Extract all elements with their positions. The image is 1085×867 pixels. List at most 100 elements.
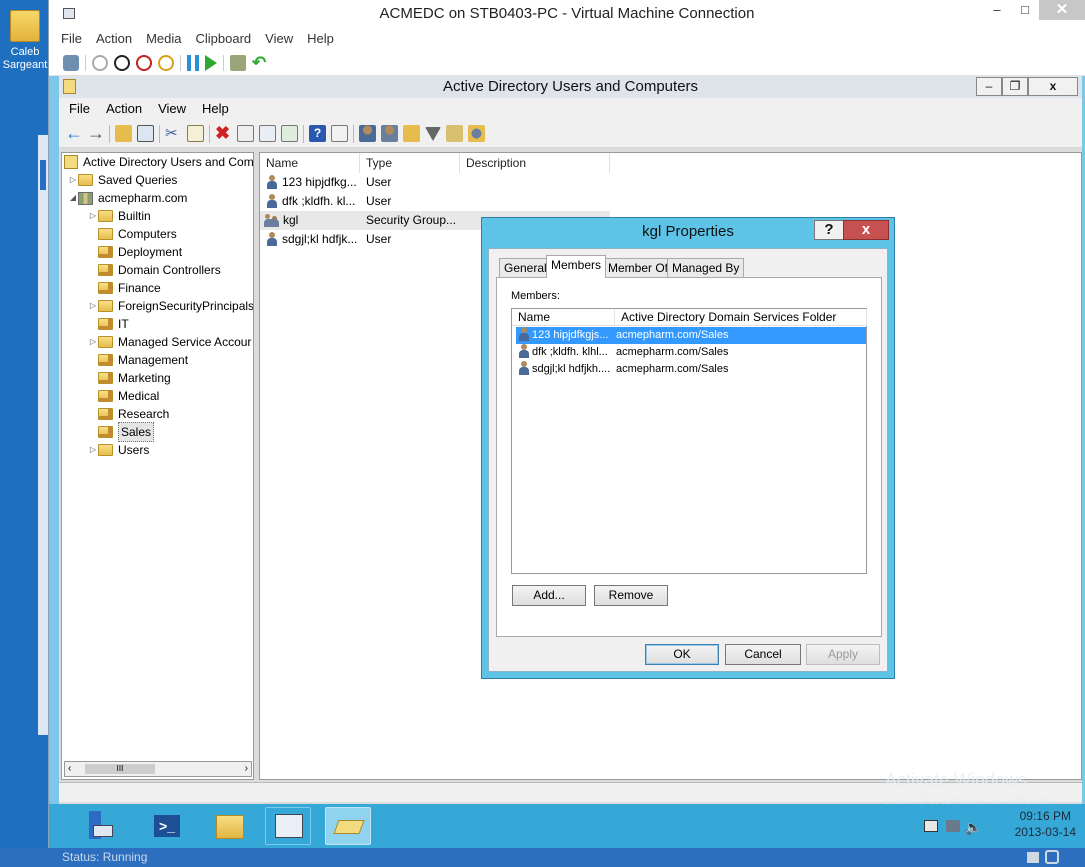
refresh-icon[interactable]: [259, 125, 276, 142]
minimize-button[interactable]: –: [983, 0, 1011, 20]
apply-button[interactable]: Apply: [806, 644, 880, 665]
network-icon[interactable]: [946, 820, 960, 832]
powershell-icon[interactable]: >_: [144, 807, 190, 845]
clock[interactable]: 09:16 PM 2013-03-14: [1015, 808, 1076, 840]
cancel-button[interactable]: Cancel: [725, 644, 801, 665]
vm-menu-help[interactable]: Help: [307, 28, 334, 50]
vm-menu-view[interactable]: View: [265, 28, 293, 50]
expand-arrow-icon[interactable]: ▷: [88, 441, 98, 459]
tree-item-builtin[interactable]: ▷ Builtin: [88, 207, 151, 225]
aduc-menu-help[interactable]: Help: [202, 98, 229, 120]
dialog-help-button[interactable]: ?: [814, 220, 844, 240]
pause-icon[interactable]: [187, 54, 199, 71]
tab-member-of[interactable]: Member Of: [603, 258, 674, 277]
tree-item-it[interactable]: IT: [98, 315, 129, 333]
list-item[interactable]: dfk ;kldfh. kl... User: [260, 192, 391, 211]
turn-off-icon[interactable]: [114, 54, 130, 71]
start-icon[interactable]: [92, 54, 108, 71]
aduc-taskbar-icon[interactable]: [325, 807, 371, 845]
expand-arrow-icon[interactable]: ▷: [88, 297, 98, 315]
tree-root[interactable]: Active Directory Users and Com: [64, 153, 253, 171]
tree-item-management[interactable]: Management: [98, 351, 188, 369]
show-console-icon[interactable]: [331, 125, 348, 142]
ok-button[interactable]: OK: [645, 644, 719, 665]
tree-item-marketing[interactable]: Marketing: [98, 369, 171, 387]
tab-general[interactable]: General: [499, 258, 552, 277]
tree-item-deployment[interactable]: Deployment: [98, 243, 182, 261]
list-item[interactable]: 123 hipjdfkg... User: [260, 173, 391, 192]
tree-horizontal-scrollbar[interactable]: ‹ III ›: [64, 761, 252, 777]
volume-muted-icon[interactable]: 🔈: [965, 819, 982, 836]
members-list[interactable]: Name Active Directory Domain Services Fo…: [511, 308, 867, 574]
add-button[interactable]: Add...: [512, 585, 586, 606]
maximize-button[interactable]: □: [1011, 0, 1039, 20]
list-item[interactable]: dfk ;kldfh. klhl... acmepharm.com/Sales: [516, 344, 866, 361]
tree-item-managed-service-accounts[interactable]: ▷ Managed Service Accour: [88, 333, 251, 351]
aduc-restore-button[interactable]: ❐: [1002, 77, 1028, 96]
control-panel-icon[interactable]: [265, 807, 311, 845]
vm-menu-file[interactable]: File: [61, 28, 82, 50]
vm-menu-media[interactable]: Media: [146, 28, 181, 50]
close-button[interactable]: ✕: [1039, 0, 1085, 20]
ctrl-alt-del-icon[interactable]: [63, 54, 79, 71]
vm-menu-clipboard[interactable]: Clipboard: [196, 28, 252, 50]
new-ou-icon[interactable]: [403, 125, 420, 142]
show-tree-icon[interactable]: [137, 125, 154, 142]
aduc-minimize-button[interactable]: –: [976, 77, 1002, 96]
scroll-thumb[interactable]: III: [85, 764, 155, 774]
dialog-close-button[interactable]: x: [843, 220, 889, 240]
paste-icon[interactable]: [187, 125, 204, 142]
aduc-menu-file[interactable]: File: [69, 98, 90, 120]
action-center-icon[interactable]: [924, 820, 938, 832]
tree-item-computers[interactable]: Computers: [98, 225, 177, 243]
shutdown-icon[interactable]: [136, 54, 152, 71]
aduc-menu-action[interactable]: Action: [106, 98, 142, 120]
tree-item-users[interactable]: ▷ Users: [88, 441, 149, 459]
expand-arrow-icon[interactable]: ▷: [68, 171, 78, 189]
tree-item-finance[interactable]: Finance: [98, 279, 161, 297]
scroll-right-icon[interactable]: ›: [245, 763, 248, 774]
tab-managed-by[interactable]: Managed By: [667, 258, 745, 277]
save-state-icon[interactable]: [158, 54, 174, 71]
up-folder-icon[interactable]: [115, 125, 132, 142]
properties-icon[interactable]: [237, 125, 254, 142]
resume-icon[interactable]: [205, 54, 217, 71]
list-item[interactable]: sdgjl;kl hdfjk... User: [260, 230, 391, 249]
back-icon[interactable]: ←: [65, 124, 83, 142]
add-to-group-icon[interactable]: [468, 125, 485, 142]
tree-item-saved-queries[interactable]: ▷ Saved Queries: [68, 171, 177, 189]
file-explorer-icon[interactable]: [207, 807, 253, 845]
new-user-icon[interactable]: [359, 125, 376, 142]
export-list-icon[interactable]: [281, 125, 298, 142]
vm-system-icon[interactable]: [63, 8, 75, 19]
list-item[interactable]: 123 hipjdfkgjs... acmepharm.com/Sales: [516, 327, 866, 344]
column-header-type[interactable]: Type: [360, 153, 460, 173]
cut-icon[interactable]: ✂: [165, 125, 182, 142]
column-header-description[interactable]: Description: [460, 153, 610, 173]
tab-members[interactable]: Members: [546, 255, 607, 278]
column-header-name[interactable]: Name: [260, 153, 360, 173]
tree-item-research[interactable]: Research: [98, 405, 169, 423]
filter-icon[interactable]: [425, 126, 441, 141]
server-manager-icon[interactable]: [79, 807, 125, 845]
desktop-icon-caleb[interactable]: Caleb Sargeant: [0, 0, 50, 90]
tree-item-sales[interactable]: Sales: [98, 422, 155, 442]
checkpoint-icon[interactable]: [230, 54, 246, 71]
tree-item-domain-controllers[interactable]: Domain Controllers: [98, 261, 221, 279]
tree-item-foreign-security-principals[interactable]: ▷ ForeignSecurityPrincipals: [88, 297, 253, 315]
aduc-app-icon[interactable]: [63, 79, 76, 94]
tree-item-medical[interactable]: Medical: [98, 387, 159, 405]
scroll-left-icon[interactable]: ‹: [68, 763, 71, 774]
new-group-icon[interactable]: [381, 125, 398, 142]
forward-icon[interactable]: →: [87, 124, 105, 142]
vm-menu-action[interactable]: Action: [96, 28, 132, 50]
delete-icon[interactable]: ✖: [215, 124, 232, 142]
help-icon[interactable]: ?: [309, 125, 326, 142]
expand-arrow-icon[interactable]: ▷: [88, 207, 98, 225]
members-column-name[interactable]: Name: [512, 309, 615, 326]
remove-button[interactable]: Remove: [594, 585, 668, 606]
tree-item-domain[interactable]: ◢ acmepharm.com: [68, 189, 187, 207]
members-column-folder[interactable]: Active Directory Domain Services Folder: [615, 309, 867, 326]
aduc-menu-view[interactable]: View: [158, 98, 186, 120]
revert-icon[interactable]: ↶: [252, 54, 268, 71]
